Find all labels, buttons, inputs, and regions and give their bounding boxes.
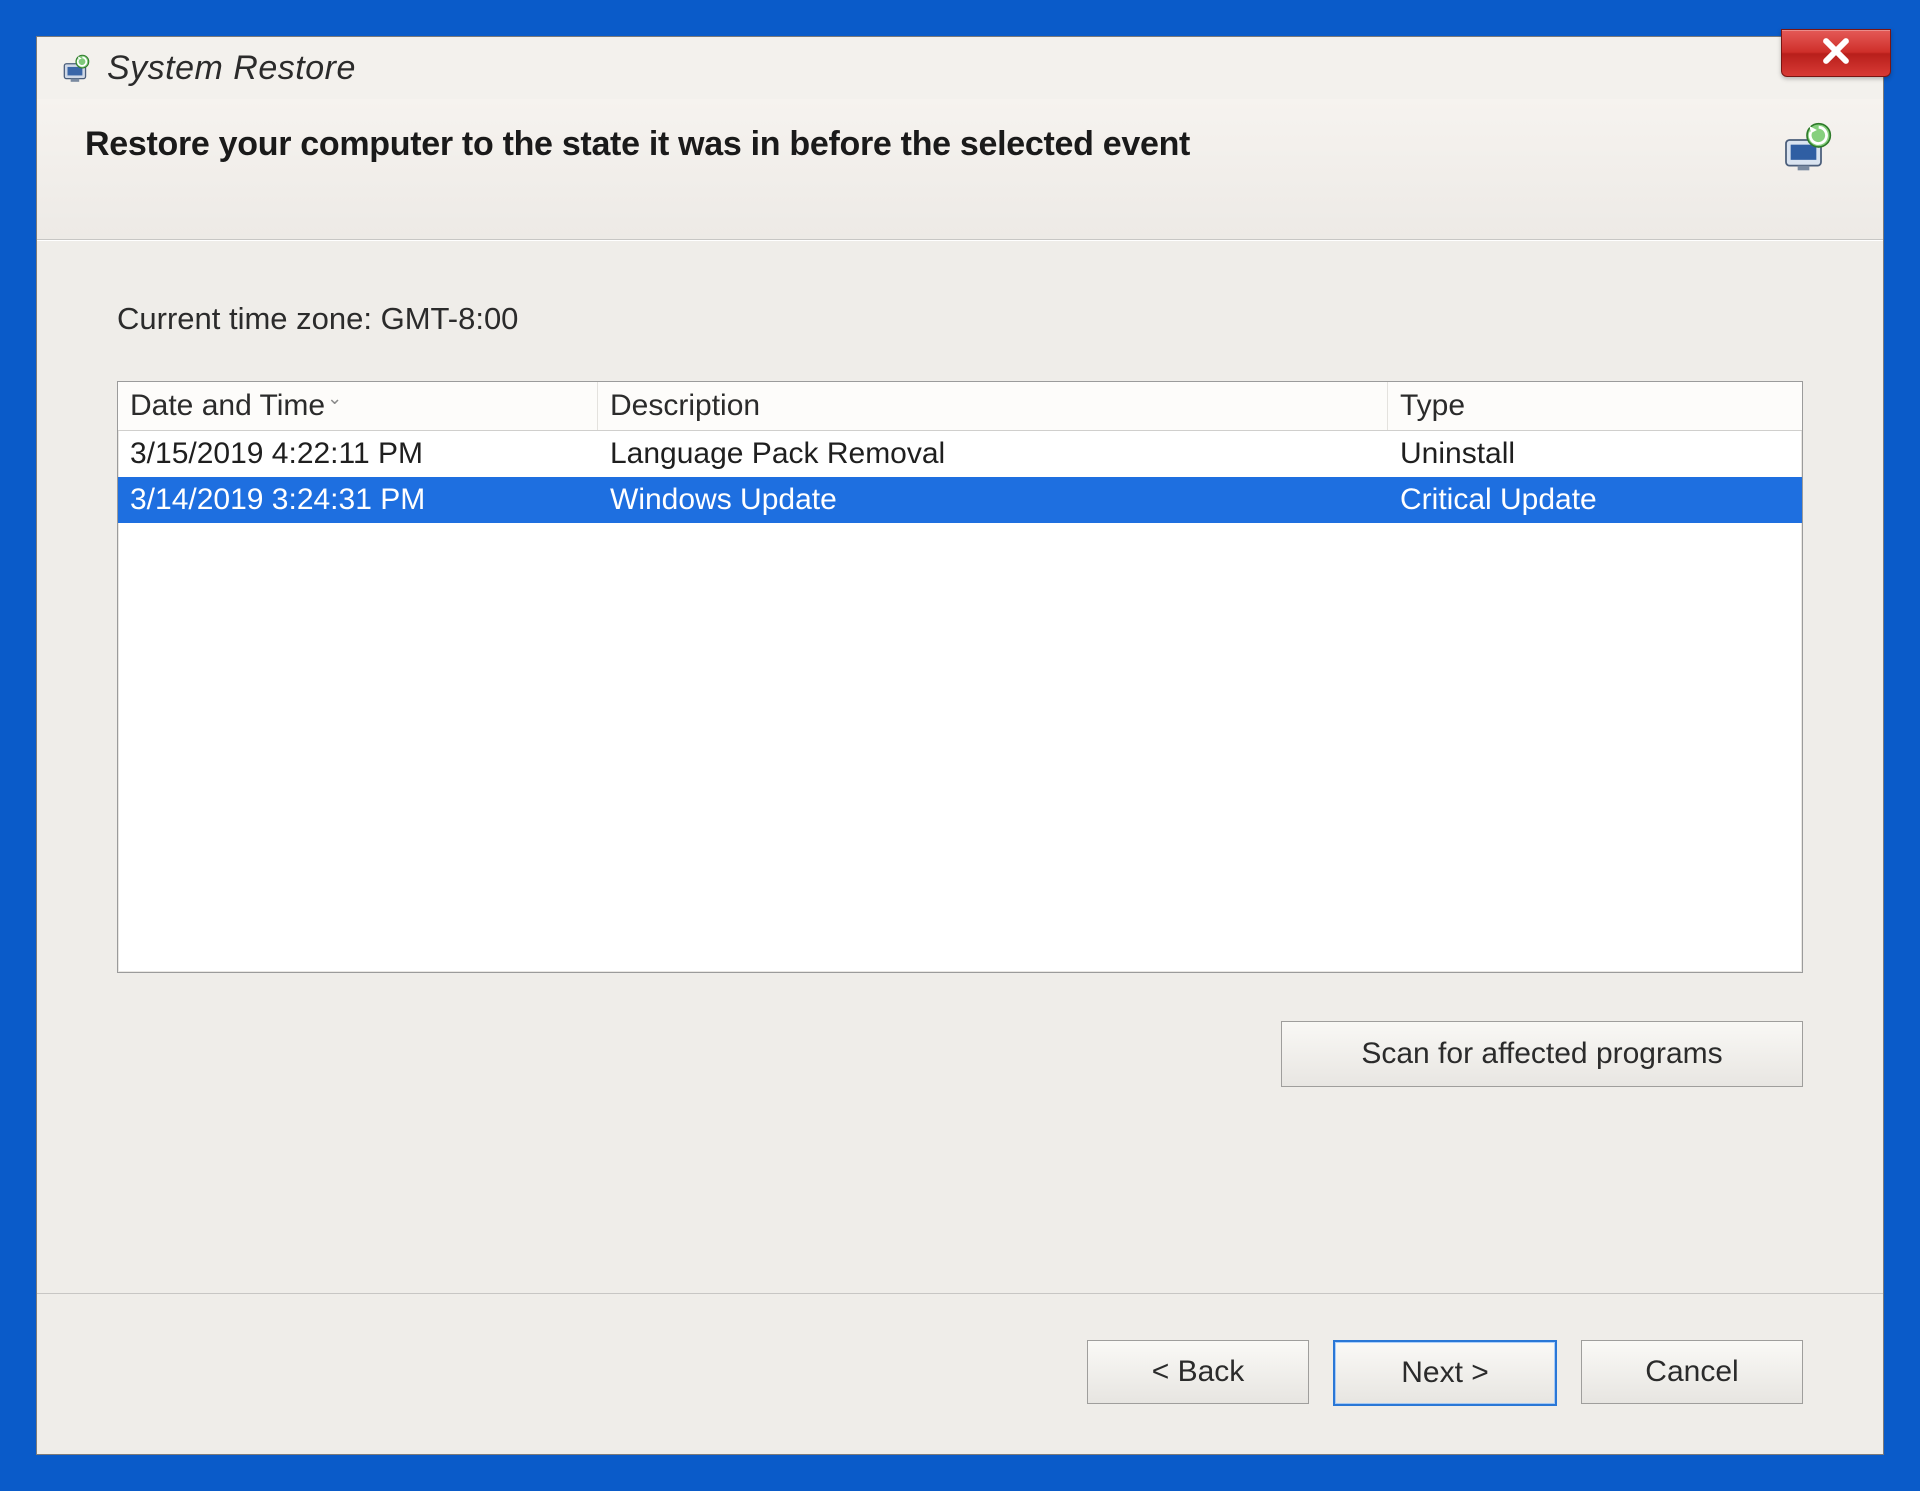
window-title: System Restore: [107, 49, 356, 88]
restore-points-list[interactable]: Date and Time ⌄ Description Type 3/15/20…: [117, 381, 1803, 973]
cell-type: Critical Update: [1388, 477, 1802, 523]
scan-row: Scan for affected programs: [117, 1021, 1803, 1087]
close-button[interactable]: [1781, 29, 1891, 77]
cell-description: Windows Update: [598, 477, 1388, 523]
cell-date: 3/14/2019 3:24:31 PM: [118, 477, 598, 523]
cell-description: Language Pack Removal: [598, 431, 1388, 477]
cancel-button[interactable]: Cancel: [1581, 1340, 1803, 1404]
column-header-date-label: Date and Time: [130, 383, 325, 429]
cell-date: 3/15/2019 4:22:11 PM: [118, 431, 598, 477]
window-chrome-border: System Restore Restore your computer to …: [9, 9, 1911, 1482]
column-header-description[interactable]: Description: [598, 382, 1388, 430]
system-restore-app-icon: [59, 51, 93, 85]
scan-affected-programs-button[interactable]: Scan for affected programs: [1281, 1021, 1803, 1087]
wizard-footer: < Back Next > Cancel: [37, 1293, 1883, 1454]
wizard-header: Restore your computer to the state it wa…: [37, 99, 1883, 240]
wizard-instruction: Restore your computer to the state it wa…: [85, 125, 1190, 164]
sort-descending-icon: ⌄: [327, 382, 342, 421]
list-header: Date and Time ⌄ Description Type: [118, 382, 1802, 431]
back-button[interactable]: < Back: [1087, 1340, 1309, 1404]
column-header-description-label: Description: [610, 383, 760, 429]
system-restore-window: System Restore Restore your computer to …: [36, 36, 1884, 1455]
cell-type: Uninstall: [1388, 431, 1802, 477]
column-header-type-label: Type: [1400, 383, 1465, 429]
next-button[interactable]: Next >: [1333, 1340, 1557, 1406]
cancel-button-label: Cancel: [1645, 1355, 1738, 1389]
titlebar: System Restore: [37, 37, 1883, 99]
next-button-label: Next >: [1401, 1356, 1489, 1390]
back-button-label: < Back: [1152, 1355, 1245, 1389]
column-header-date[interactable]: Date and Time ⌄: [118, 382, 598, 430]
list-row[interactable]: 3/14/2019 3:24:31 PM Windows Update Crit…: [118, 477, 1802, 523]
system-restore-icon: [1779, 119, 1835, 175]
list-row[interactable]: 3/15/2019 4:22:11 PM Language Pack Remov…: [118, 431, 1802, 477]
timezone-label: Current time zone: GMT-8:00: [117, 301, 1803, 337]
close-icon: [1819, 34, 1853, 73]
scan-affected-programs-label: Scan for affected programs: [1361, 1037, 1722, 1071]
column-header-type[interactable]: Type: [1388, 382, 1802, 430]
wizard-content: Current time zone: GMT-8:00 Date and Tim…: [37, 240, 1883, 1293]
